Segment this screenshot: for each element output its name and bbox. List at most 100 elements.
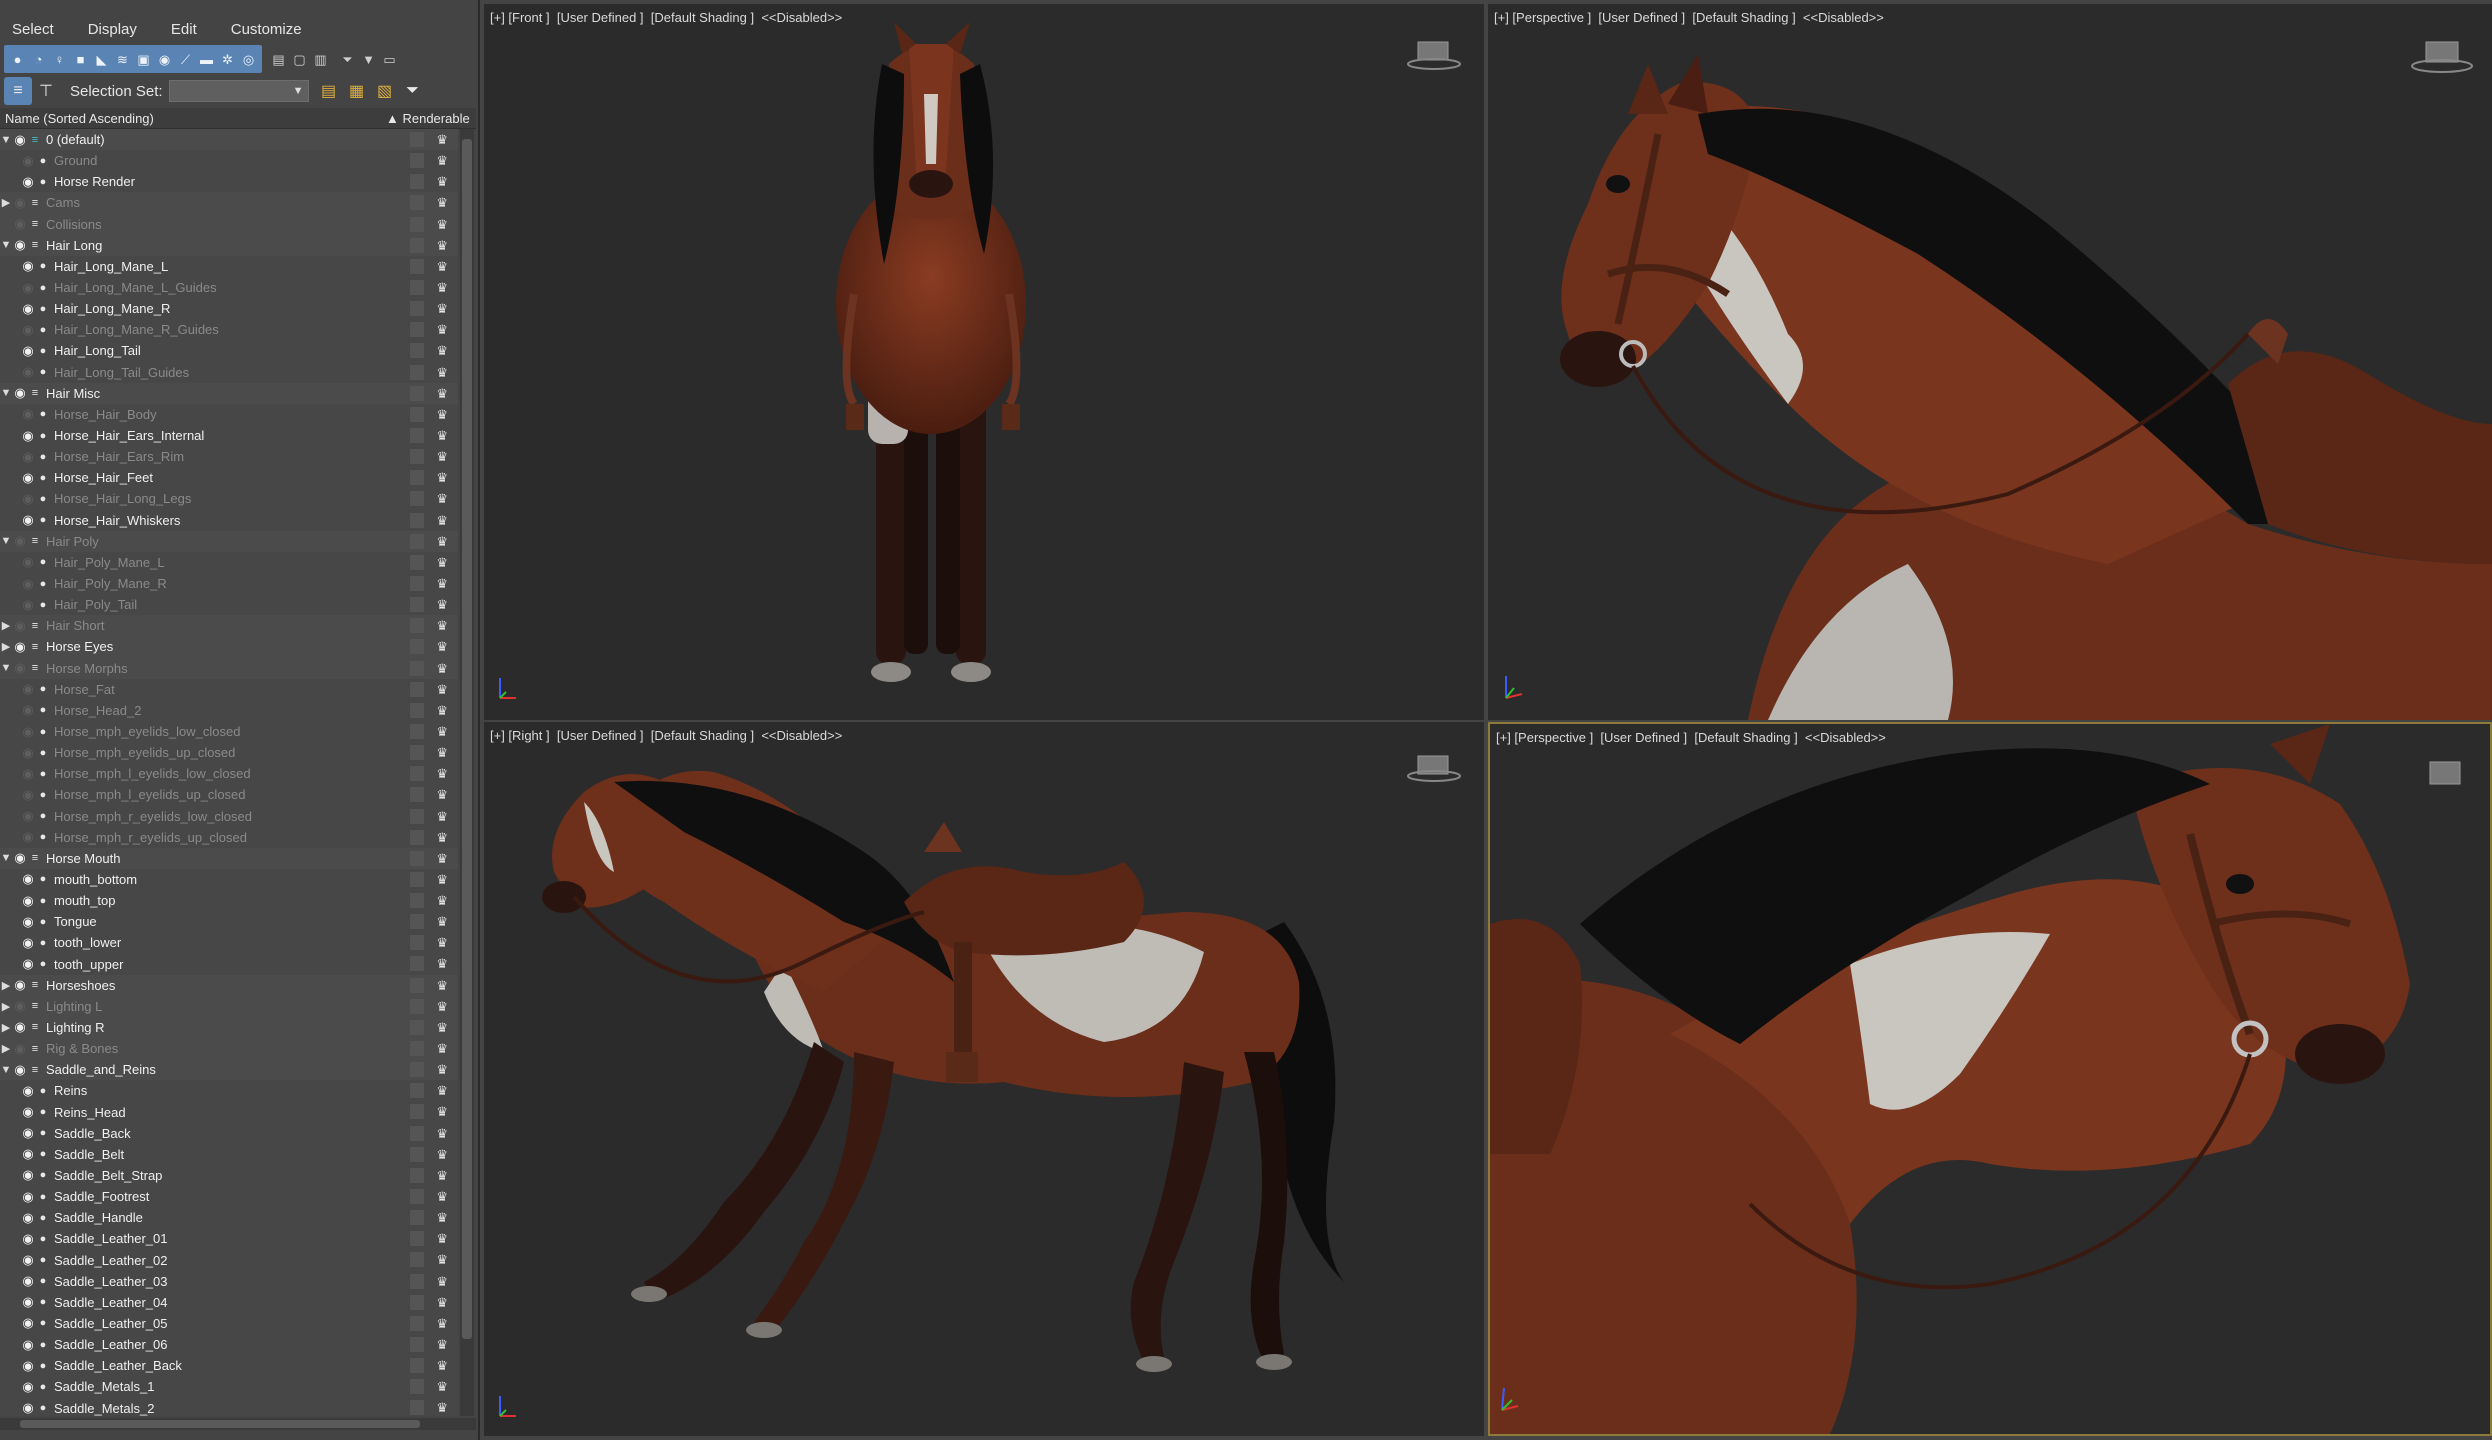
viewcube-icon[interactable]	[2420, 754, 2470, 794]
helper-filter-icon[interactable]: ◣	[92, 50, 111, 69]
expand-open-icon[interactable]: ▼	[0, 134, 12, 146]
eye-icon[interactable]: ◉	[20, 301, 36, 317]
viewcube-icon[interactable]	[1404, 742, 1464, 787]
eye-icon[interactable]: ◉	[20, 1273, 36, 1289]
layer-row[interactable]: ▼ ◉ ≡ Horse Morphs ♛	[0, 657, 458, 679]
teapot-render-icon[interactable]: ♛	[436, 914, 448, 930]
viewcube-icon[interactable]	[1404, 34, 1464, 74]
eye-icon[interactable]: ◉	[20, 1315, 36, 1331]
eye-icon[interactable]: ◉	[20, 449, 36, 465]
viewport-label-perspective-bottom[interactable]: [+] [Perspective ] [User Defined ] [Defa…	[1496, 730, 1886, 745]
layer-explorer-icon[interactable]: ≡	[4, 77, 32, 105]
xref-filter-icon[interactable]: ◉	[155, 50, 174, 69]
viewport-front[interactable]: [+] [Front ] [User Defined ] [Default Sh…	[484, 4, 1484, 720]
eye-icon[interactable]: ◉	[20, 1294, 36, 1310]
object-row[interactable]: ◉ ● tooth_lower ♛	[0, 932, 458, 954]
eye-icon[interactable]: ◉	[20, 1125, 36, 1141]
object-row[interactable]: ◉ ● Hair_Long_Tail_Guides ♛	[0, 361, 458, 383]
object-row[interactable]: ◉ ● Saddle_Leather_Back ♛	[0, 1355, 458, 1377]
object-row[interactable]: ◉ ● Hair_Long_Mane_L ♛	[0, 255, 458, 277]
object-row[interactable]: ◉ ● Hair_Poly_Tail ♛	[0, 594, 458, 616]
group-filter-icon[interactable]: ▣	[134, 50, 153, 69]
teapot-render-icon[interactable]: ♛	[436, 1358, 448, 1374]
eye-icon[interactable]: ◉	[20, 491, 36, 507]
teapot-render-icon[interactable]: ♛	[436, 1168, 448, 1184]
viewport-label-front[interactable]: [+] [Front ] [User Defined ] [Default Sh…	[490, 10, 842, 25]
expand-closed-icon[interactable]: ▶	[0, 196, 12, 209]
eye-icon[interactable]: ◉	[12, 533, 28, 549]
object-row[interactable]: ◉ ● Horse_mph_l_eyelids_up_closed ♛	[0, 784, 458, 806]
object-row[interactable]: ◉ ● Horse_mph_l_eyelids_low_closed ♛	[0, 763, 458, 785]
expand-closed-icon[interactable]: ▶	[0, 619, 12, 632]
object-row[interactable]: ◉ ● Reins_Head ♛	[0, 1101, 458, 1123]
object-row[interactable]: ◉ ● Hair_Poly_Mane_L ♛	[0, 551, 458, 573]
menu-edit[interactable]: Edit	[165, 19, 203, 40]
teapot-render-icon[interactable]: ♛	[436, 217, 448, 233]
viewport-label-right[interactable]: [+] [Right ] [User Defined ] [Default Sh…	[490, 728, 842, 743]
teapot-render-icon[interactable]: ♛	[436, 1400, 448, 1416]
teapot-render-icon[interactable]: ♛	[436, 1231, 448, 1247]
container-filter-icon[interactable]: ▬	[197, 50, 216, 69]
frozen-filter-icon[interactable]: ✲	[218, 50, 237, 69]
teapot-render-icon[interactable]: ♛	[436, 1147, 448, 1163]
expand-open-icon[interactable]: ▼	[0, 1064, 12, 1076]
teapot-render-icon[interactable]: ♛	[436, 893, 448, 909]
teapot-render-icon[interactable]: ♛	[436, 407, 448, 423]
selection-set-dropdown[interactable]: ▼	[168, 80, 309, 102]
eye-icon[interactable]: ◉	[20, 153, 36, 169]
teapot-render-icon[interactable]: ♛	[436, 597, 448, 613]
object-row[interactable]: ◉ ● Saddle_Handle ♛	[0, 1207, 458, 1229]
eye-icon[interactable]: ◉	[12, 639, 28, 655]
eye-icon[interactable]: ◉	[20, 787, 36, 803]
layer-row[interactable]: ▼ ◉ ≡ 0 (default) ♛	[0, 129, 458, 151]
eye-icon[interactable]: ◉	[12, 237, 28, 253]
folder-icon[interactable]: ▭	[380, 50, 399, 69]
object-row[interactable]: ◉ ● Saddle_Leather_03 ♛	[0, 1270, 458, 1292]
object-row[interactable]: ◉ ● Horse_Head_2 ♛	[0, 699, 458, 721]
teapot-render-icon[interactable]: ♛	[436, 386, 448, 402]
teapot-render-icon[interactable]: ♛	[436, 639, 448, 655]
viewport-perspective-top[interactable]: [+] [Perspective ] [User Defined ] [Defa…	[1488, 4, 2492, 720]
teapot-render-icon[interactable]: ♛	[436, 513, 448, 529]
eye-icon[interactable]: ◉	[12, 850, 28, 866]
eye-icon[interactable]: ◉	[20, 406, 36, 422]
layer-row[interactable]: ▶ ◉ ≡ Lighting L ♛	[0, 995, 458, 1017]
eye-icon[interactable]: ◉	[12, 132, 28, 148]
eye-icon[interactable]: ◉	[20, 871, 36, 887]
display-all-icon[interactable]: ▤	[269, 50, 288, 69]
object-row[interactable]: ◉ ● Saddle_Leather_01 ♛	[0, 1228, 458, 1250]
teapot-render-icon[interactable]: ♛	[436, 259, 448, 275]
eye-icon[interactable]: ◉	[20, 956, 36, 972]
object-row[interactable]: ◉ ● Horse_Hair_Feet ♛	[0, 467, 458, 489]
filter-options-icon[interactable]: ▼	[359, 50, 378, 69]
expand-closed-icon[interactable]: ▶	[0, 1000, 12, 1013]
eye-icon[interactable]: ◉	[20, 1379, 36, 1395]
teapot-render-icon[interactable]: ♛	[436, 534, 448, 550]
object-row[interactable]: ◉ ● Horse_Fat ♛	[0, 678, 458, 700]
object-row[interactable]: ◉ ● Saddle_Metals_1 ♛	[0, 1376, 458, 1398]
expand-open-icon[interactable]: ▼	[0, 662, 12, 674]
layer-row[interactable]: ▼ ◉ ≡ Hair Misc ♛	[0, 382, 458, 404]
teapot-render-icon[interactable]: ♛	[436, 1189, 448, 1205]
teapot-render-icon[interactable]: ♛	[436, 1020, 448, 1036]
teapot-render-icon[interactable]: ♛	[436, 1337, 448, 1353]
eye-icon[interactable]: ◉	[20, 1400, 36, 1416]
teapot-render-icon[interactable]: ♛	[436, 301, 448, 317]
eye-icon[interactable]: ◉	[20, 1358, 36, 1374]
teapot-render-icon[interactable]: ♛	[436, 576, 448, 592]
eye-icon[interactable]: ◉	[20, 554, 36, 570]
object-row[interactable]: ◉ ● Saddle_Leather_02 ♛	[0, 1249, 458, 1271]
object-row[interactable]: ◉ ● Hair_Poly_Mane_R ♛	[0, 572, 458, 595]
eye-icon[interactable]: ◉	[12, 618, 28, 634]
filter-funnel-icon[interactable]: ⏷	[338, 50, 357, 69]
object-row[interactable]: ◉ ● Horse_Hair_Ears_Internal ♛	[0, 424, 458, 447]
viewport-label-perspective-top[interactable]: [+] [Perspective ] [User Defined ] [Defa…	[1494, 10, 1884, 25]
eye-icon[interactable]: ◉	[20, 322, 36, 338]
menu-select[interactable]: Select	[6, 19, 60, 40]
object-row[interactable]: ◉ ● Saddle_Leather_06 ♛	[0, 1334, 458, 1356]
teapot-render-icon[interactable]: ♛	[436, 851, 448, 867]
eye-icon[interactable]: ◉	[20, 343, 36, 359]
eye-icon[interactable]: ◉	[12, 385, 28, 401]
object-row[interactable]: ◉ ● Hair_Long_Mane_R_Guides ♛	[0, 319, 458, 341]
object-row[interactable]: ◉ ● Saddle_Belt_Strap ♛	[0, 1164, 458, 1187]
